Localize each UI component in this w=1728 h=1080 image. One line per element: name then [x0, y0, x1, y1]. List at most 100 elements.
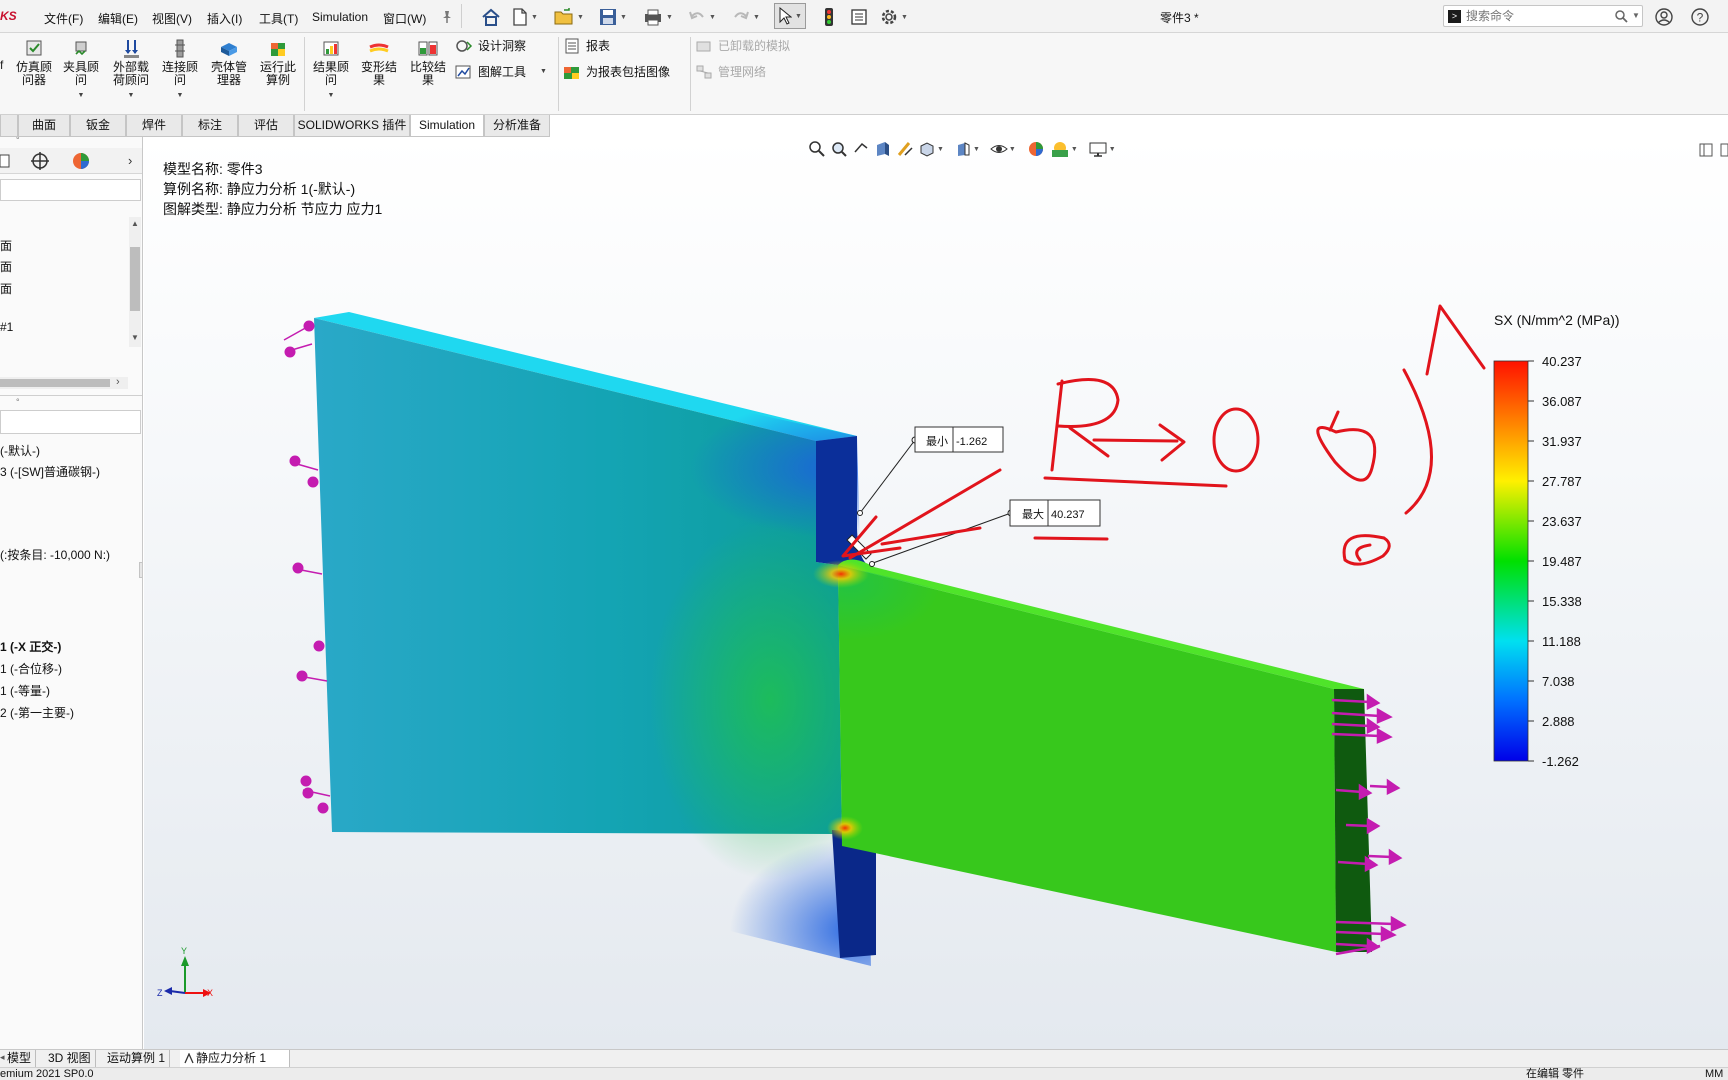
undo-icon[interactable]: ▼ — [688, 7, 716, 27]
save-icon[interactable]: ▼ — [599, 7, 627, 27]
menu-view[interactable]: 视图(V) — [152, 10, 192, 27]
select-pointer-icon[interactable]: ▼ — [774, 3, 806, 29]
tree-item-feature[interactable]: #1 — [0, 320, 13, 334]
tab-model[interactable]: 模型 — [3, 1050, 37, 1067]
help-icon[interactable]: ? — [1690, 7, 1710, 27]
display-manager-tab-icon[interactable] — [71, 151, 91, 174]
plot-tools-button[interactable]: 图解工具 ▼ — [455, 63, 547, 80]
tab-motion-study[interactable]: 运动算例 1 — [103, 1050, 171, 1067]
file-properties-icon[interactable] — [850, 7, 868, 27]
gear-icon[interactable]: ▼ — [880, 7, 908, 27]
document-title: 零件3 * — [1160, 11, 1199, 25]
tab-partial[interactable] — [0, 115, 18, 137]
open-folder-icon[interactable]: ▼ — [554, 7, 584, 27]
study-icon — [184, 1053, 194, 1064]
scroll-up-icon[interactable]: ▲ — [131, 219, 139, 228]
search-dropdown-icon[interactable]: ▼ — [1632, 11, 1640, 20]
max-probe[interactable]: 最大 40.237 — [869, 499, 1101, 567]
include-image-button[interactable]: 为报表包括图像 — [563, 63, 670, 80]
min-probe[interactable]: 最小 -1.262 — [857, 426, 1004, 516]
study-tree-force[interactable]: (:按条目: -10,000 N:) — [0, 546, 110, 563]
menu-file[interactable]: 文件(F) — [44, 10, 83, 27]
tree-item-plane[interactable]: 面 — [0, 258, 12, 275]
menu-insert[interactable]: 插入(I) — [207, 10, 242, 27]
study-filter-input[interactable] — [0, 410, 141, 434]
search-box[interactable]: > ▼ — [1443, 5, 1643, 27]
legend-value-label: 36.087 — [1542, 394, 1582, 409]
tab-3d-view[interactable]: 3D 视图 — [44, 1050, 96, 1067]
menu-simulation[interactable]: Simulation — [312, 10, 368, 24]
menu-window[interactable]: 窗口(W) — [383, 10, 426, 27]
tree-filter-input[interactable] — [0, 179, 141, 201]
tab-weldments[interactable]: 焊件 — [126, 115, 182, 137]
study-tree-stress-plot[interactable]: 1 (-X 正交-) — [0, 638, 61, 655]
search-icon[interactable] — [1614, 9, 1628, 26]
status-units-text[interactable]: MM — [1705, 1068, 1723, 1080]
study-tree-material[interactable]: 3 (-[SW]普通碳钢-) — [0, 463, 100, 480]
study-tree-displacement-plot[interactable]: 1 (-合位移-) — [0, 660, 62, 677]
dimxpert-tab-icon[interactable] — [30, 151, 50, 174]
chevron-right-icon[interactable]: › — [128, 153, 132, 168]
panel-splitter-grip[interactable]: ° — [16, 397, 20, 407]
property-manager-tab-icon[interactable] — [0, 153, 12, 172]
redo-icon[interactable]: ▼ — [732, 7, 760, 27]
tab-simulation[interactable]: Simulation — [410, 115, 484, 137]
simulation-advisor-button[interactable]: 仿真顾 问器 — [13, 39, 55, 87]
pin-icon[interactable] — [440, 7, 454, 27]
results-advisor-button[interactable]: 结果顾 问 ▼ — [309, 39, 353, 102]
chevron-down-icon[interactable]: ▼ — [109, 89, 153, 102]
home-icon[interactable] — [481, 7, 501, 27]
external-loads-advisor-label-2: 荷顾问 — [112, 73, 149, 87]
study-tree-strain-plot[interactable]: 1 (-等量-) — [0, 682, 50, 699]
menu-edit[interactable]: 编辑(E) — [98, 10, 138, 27]
compare-results-button[interactable]: 比较结 果 — [406, 39, 450, 87]
narrow-part-end-face — [1334, 689, 1372, 952]
connection-icon — [175, 39, 185, 58]
search-input[interactable] — [1466, 8, 1606, 24]
menu-tools[interactable]: 工具(T) — [259, 10, 298, 27]
design-insight-button[interactable]: 设计洞察 — [455, 37, 526, 54]
hscroll-thumb[interactable] — [0, 379, 110, 387]
network-icon — [696, 65, 712, 78]
run-study-button[interactable]: 运行此 算例 — [256, 39, 300, 87]
study-tree-principal-plot[interactable]: 2 (-第一主要-) — [0, 704, 74, 721]
new-document-icon[interactable]: ▼ — [512, 7, 538, 27]
command-prompt-icon: > — [1448, 10, 1461, 23]
tab-sheet-metal[interactable]: 钣金 — [70, 115, 126, 137]
study-tree-config[interactable]: (-默认-) — [0, 442, 40, 459]
tab-evaluate[interactable]: 评估 — [238, 115, 294, 137]
panel-splitter-grip[interactable]: ° — [16, 137, 20, 145]
print-icon[interactable]: ▼ — [643, 7, 673, 27]
scroll-right-icon[interactable]: › — [116, 376, 120, 388]
manage-network-button[interactable]: 管理网络 — [695, 63, 766, 80]
simulation-advisor-label-2: 问器 — [21, 73, 46, 87]
unloaded-simulations-label: 已卸载的模拟 — [718, 39, 791, 53]
command-manager-tabs: 曲面 钣金 焊件 标注 评估 SOLIDWORKS 插件 Simulation … — [0, 115, 560, 137]
tab-solidworks-addins[interactable]: SOLIDWORKS 插件 — [294, 115, 410, 137]
chevron-down-icon[interactable]: ▼ — [60, 89, 102, 102]
scrollbar-thumb[interactable] — [130, 247, 140, 311]
chevron-down-icon[interactable]: ▼ — [309, 89, 353, 102]
chevron-down-icon[interactable]: ▼ — [158, 89, 202, 102]
traffic-light-icon[interactable] — [823, 7, 835, 27]
deformed-result-button[interactable]: 变形结 果 — [357, 39, 401, 87]
chevron-down-icon[interactable]: ▼ — [540, 68, 547, 75]
unloaded-simulations-button[interactable]: 已卸载的模拟 — [695, 37, 790, 54]
tree-scrollbar[interactable]: ▲ ▼ — [129, 217, 141, 347]
graphics-viewport[interactable]: 模型名称: 零件3 算例名称: 静应力分析 1(-默认-) 图解类型: 静应力分… — [144, 137, 1728, 1049]
shell-manager-button[interactable]: 壳体管 理器 — [207, 39, 251, 87]
tree-item-plane[interactable]: 面 — [0, 237, 12, 254]
tab-analysis-preparation[interactable]: 分析准备 — [484, 115, 550, 137]
tree-item-plane[interactable]: 面 — [0, 280, 12, 297]
horizontal-scrollbar[interactable]: › — [0, 376, 128, 389]
tab-markup[interactable]: 标注 — [182, 115, 238, 137]
external-loads-advisor-button[interactable]: 外部载 荷顾问 ▼ — [109, 39, 153, 102]
tab-static-study[interactable]: 静应力分析 1 — [180, 1050, 290, 1067]
panel-collapse-handle[interactable] — [139, 562, 142, 578]
report-button[interactable]: 报表 — [563, 37, 610, 54]
tab-surfaces[interactable]: 曲面 — [18, 115, 70, 137]
user-account-icon[interactable] — [1654, 7, 1674, 27]
fixtures-advisor-button[interactable]: 夹具顾 问 ▼ — [60, 39, 102, 102]
connections-advisor-button[interactable]: 连接顾 问 ▼ — [158, 39, 202, 102]
scroll-down-icon[interactable]: ▼ — [131, 333, 139, 342]
